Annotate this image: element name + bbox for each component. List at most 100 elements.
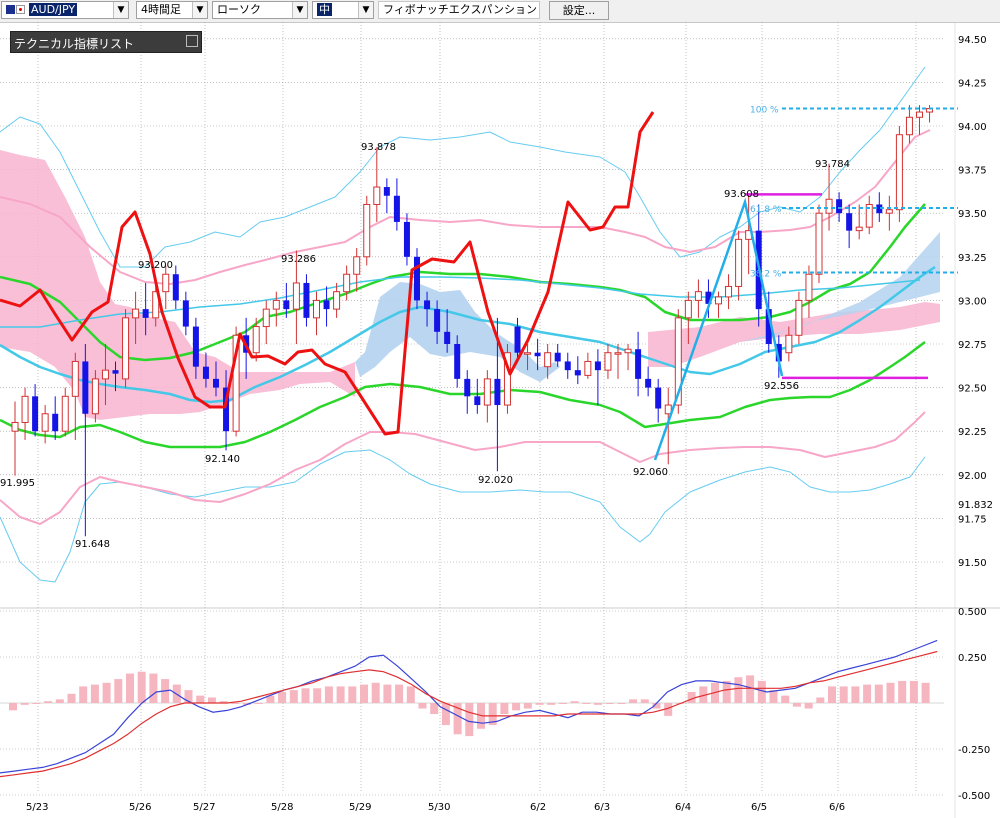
indicator-list-panel[interactable]: テクニカル指標リスト [10,31,202,53]
macd-histogram-bar [20,703,29,705]
macd-histogram-bar [629,699,638,703]
macd-histogram-bar [734,677,743,703]
macd-histogram-bar [640,699,649,703]
macd-histogram-bar [582,703,591,704]
macd-histogram-bar [828,686,836,703]
macd-histogram-bar [55,699,64,703]
candle-bullish [252,326,260,354]
fib-level-label: 61.8 % [750,205,782,215]
macd-histogram-bar [32,703,41,704]
candle-bearish [836,199,843,214]
chevron-down-icon[interactable]: ▼ [292,2,307,18]
candle-bullish [614,352,622,355]
macd-histogram-bar [851,686,860,703]
x-axis-tick-label: 5/28 [271,802,293,813]
macd-histogram-bar [114,679,123,703]
candle-bearish [635,349,642,379]
x-axis-tick-label: 5/27 [193,802,215,813]
macd-histogram-bar [301,688,310,703]
candle-bullish [132,308,140,319]
chart-area[interactable]: 100 % 61.8 % 38.2 % 91.995 91.648 93.200 92.14… [0,22,1000,818]
candle-bearish [645,378,652,388]
candle-bullish [21,395,29,423]
y-axis-tick-label: 92.25 [958,427,987,438]
price-annotation: 93.784 [815,159,850,170]
indicator-list-title: テクニカル指標リスト [14,37,135,51]
chart-style-select[interactable]: ローソク ▼ [212,1,308,19]
y-axis-tick-label: 91.832 [958,500,993,511]
macd-axis-tick-label: 0.500 [958,607,987,618]
macd-histogram-bar [535,703,544,705]
collapse-button-icon[interactable] [186,35,198,47]
x-axis-tick-label: 5/29 [349,802,371,813]
price-annotation: 92.020 [478,475,513,486]
macd-histogram-bar [547,703,556,705]
candle-bearish [534,352,541,357]
macd-histogram-bar [816,697,825,703]
candle-bearish [494,378,501,406]
candle-bullish [725,285,733,298]
macd-histogram-bar [512,703,521,711]
candle-bearish [574,370,581,376]
price-annotation: 91.995 [0,478,35,489]
candle-bullish [272,299,280,310]
price-annotation: 92.060 [633,467,668,478]
y-axis-tick-label: 91.75 [958,514,987,525]
candle-bearish [283,300,290,310]
drawing-tool-field[interactable]: フィボナッチエクスパンション [378,1,540,19]
macd-histogram-bar [909,680,918,703]
candle-bullish [313,299,320,319]
candle-bullish [815,212,823,275]
candle-bearish [192,326,199,367]
macd-histogram-bar [886,682,895,703]
fib-level-label: 100 % [750,106,779,116]
macd-histogram-bar [863,684,872,703]
macd-histogram-bar [313,688,322,703]
candle-bullish [101,369,109,380]
settings-button[interactable]: 設定... [549,1,609,20]
candle-bullish [353,256,361,275]
candle-bearish [32,396,39,432]
macd-histogram-bar [921,682,930,703]
macd-histogram-bar [126,673,134,703]
bollinger-lower-inner [0,411,926,525]
candle-bullish [363,203,371,258]
candle-bearish [414,256,420,301]
y-axis-tick-label: 92.75 [958,340,987,351]
candle-bearish [434,309,441,332]
candle-bearish [172,274,179,301]
y-axis-tick-label: 92.50 [958,384,987,395]
chevron-down-icon[interactable]: ▼ [192,2,207,18]
currency-flags-icon [6,5,26,18]
candle-bullish [805,273,813,301]
timeframe-select[interactable]: 4時間足 ▼ [136,1,208,19]
candle-bullish [905,116,913,136]
candle-bullish [544,352,552,368]
candle-bullish [71,360,79,397]
candle-bearish [514,326,521,353]
price-annotation: 93.286 [281,254,316,265]
fib-level-label: 38.2 % [750,269,782,279]
candle-bullish [785,334,793,354]
candle-bullish [61,395,69,432]
candle-bearish [52,413,59,432]
price-annotation: 92.140 [205,454,240,465]
line-width-select[interactable]: 中 ▼ [312,1,374,19]
candle-bearish [323,300,330,310]
symbol-select[interactable]: AUD/JPY ▼ [1,1,129,19]
candle-bullish [524,352,532,355]
chevron-down-icon[interactable]: ▼ [358,2,373,18]
candle-bullish [694,291,702,301]
chevron-down-icon[interactable]: ▼ [113,2,128,18]
macd-histogram-bar [383,684,392,703]
macd-histogram-bar [371,682,380,703]
x-axis-tick-label: 6/6 [829,802,845,813]
candle-bearish [112,370,119,374]
macd-axis-tick-label: 0.250 [958,653,987,664]
candle-bullish [11,421,19,432]
macd-histogram-bar [617,703,626,704]
x-axis-tick-label: 6/2 [530,802,546,813]
macd-histogram-bar [500,703,509,715]
candle-bullish [885,209,893,214]
candle-bearish [554,352,561,362]
